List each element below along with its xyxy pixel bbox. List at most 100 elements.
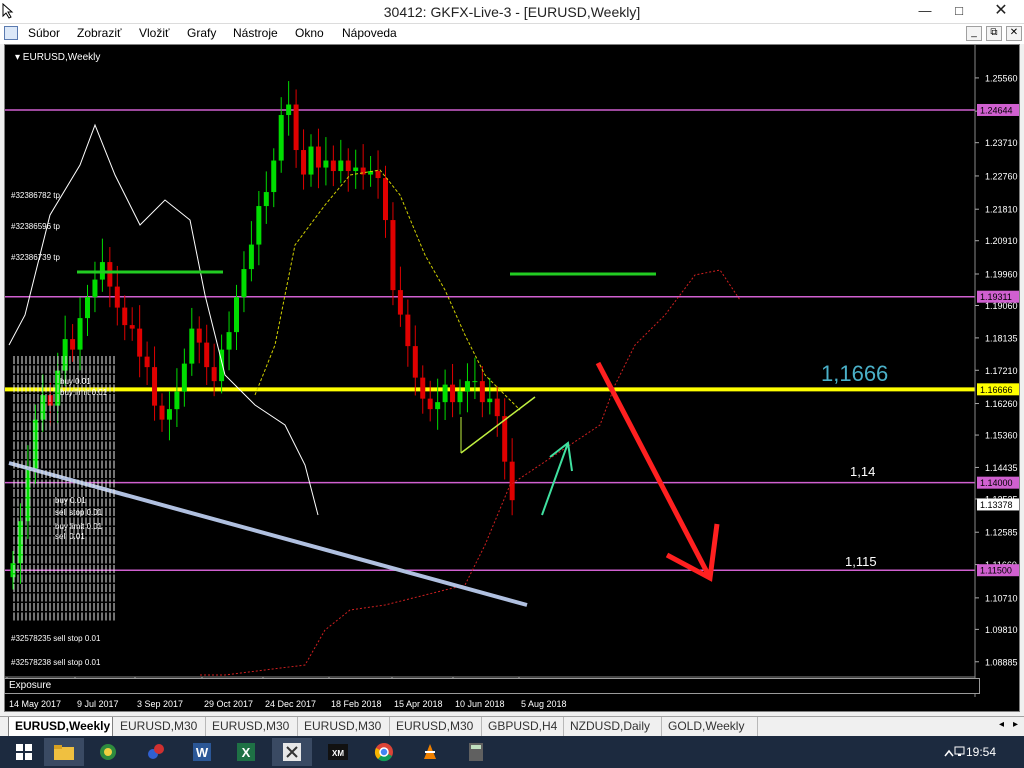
candle-body [427, 398, 433, 410]
svg-text:X: X [242, 745, 251, 760]
tab-eurusd-m30-2[interactable]: EURUSD,M30 [206, 717, 298, 737]
candle-body [472, 381, 478, 383]
maximize-button[interactable]: □ [944, 0, 974, 22]
tab-label: GOLD,Weekly [668, 719, 745, 733]
menu-item-file[interactable]: Súbor [28, 26, 60, 40]
price-tick-label: 1.21810 [985, 205, 1018, 215]
order-stack-row [13, 575, 117, 583]
close-button[interactable]: ✕ [978, 0, 1024, 22]
chart-app-icon[interactable] [136, 738, 176, 766]
mdi-minimize-button[interactable]: _ [966, 26, 982, 41]
candle-body [383, 178, 388, 221]
order-stack-row [13, 556, 117, 564]
candle-body [487, 398, 493, 403]
candle-body [159, 405, 165, 420]
menu-item-view[interactable]: Zobraziť [77, 26, 122, 40]
time-tick-label: 9 Jul 2017 [77, 699, 119, 709]
order-stack-row [13, 603, 117, 611]
order-stack-label: buy limit 0.01 [60, 388, 108, 397]
order-stack-label: sell 0.01 [55, 532, 85, 541]
menu-item-help[interactable]: Nápoveda [342, 26, 397, 40]
order-stack-row [13, 413, 117, 421]
time-tick-label: 14 May 2017 [9, 699, 61, 709]
tab-gbpusd-h4[interactable]: GBPUSD,H4 [482, 717, 564, 737]
order-stack-row [13, 423, 117, 431]
word-icon[interactable]: W [182, 738, 222, 766]
candle-body [494, 398, 500, 417]
menu-item-tools[interactable]: Nástroje [233, 26, 278, 40]
candle-body [234, 297, 239, 333]
price-chart[interactable]: 1,1666 1,14 1,115 #32386782 tp #32386596 tp #… [5, 45, 1021, 713]
order-stack-row [13, 565, 117, 573]
window-titlebar: 30412: GKFX-Live-3 - [EURUSD,Weekly] — □… [0, 0, 1024, 24]
chart-window[interactable]: 1,1666 1,14 1,115 #32386782 tp #32386596 tp #… [4, 44, 1020, 712]
app-icon[interactable] [4, 26, 18, 40]
price-tick-label: 1.16260 [985, 399, 1018, 409]
chrome-icon[interactable] [364, 738, 404, 766]
price-level-label: 1.24644 [980, 105, 1013, 115]
level-annotation: 1,14 [850, 464, 875, 479]
price-tick-label: 1.23710 [985, 138, 1018, 148]
tab-label: EURUSD,M30 [212, 719, 290, 733]
tab-label: EURUSD,M30 [120, 719, 198, 733]
tab-label: EURUSD,M30 [304, 719, 382, 733]
level-annotation: 1,1666 [821, 361, 888, 386]
tab-eurusd-m30-1[interactable]: EURUSD,M30 [114, 717, 206, 737]
candle-body [390, 220, 396, 291]
xm-trading-icon[interactable]: XM [318, 738, 358, 766]
mdi-close-button[interactable]: ✕ [1006, 26, 1022, 41]
price-tick-label: 1.14435 [985, 463, 1018, 473]
candle-body [174, 391, 180, 410]
tab-scroll-left-icon[interactable]: ◂ [999, 719, 1004, 730]
tray-expand-icon[interactable] [944, 746, 954, 760]
price-level-label: 1.19311 [980, 292, 1012, 302]
candle-body [502, 416, 508, 462]
excel-icon[interactable]: X [226, 738, 266, 766]
mdi-restore-button[interactable]: ⧉ [986, 26, 1002, 41]
candle-body [301, 150, 307, 175]
candle-body [122, 307, 128, 326]
price-level-label: 1.16666 [980, 385, 1013, 395]
order-label: #32386739 tp [11, 253, 60, 262]
time-tick-label: 29 Oct 2017 [204, 699, 253, 709]
candle-body [457, 391, 463, 403]
network-icon[interactable] [954, 745, 966, 760]
menu-item-window[interactable]: Okno [295, 26, 324, 40]
minimize-button[interactable]: — [910, 0, 940, 22]
candle-body [70, 339, 76, 350]
menu-item-charts[interactable]: Grafy [187, 26, 216, 40]
candle-body [152, 367, 158, 406]
time-tick-label: 15 Apr 2018 [394, 699, 443, 709]
tab-eurusd-m30-4[interactable]: EURUSD,M30 [390, 717, 482, 737]
candle-body [509, 461, 515, 501]
taskbar: W X XM 19:54 [0, 736, 1024, 768]
tab-gold-weekly[interactable]: GOLD,Weekly [662, 717, 758, 737]
candle-body [85, 297, 90, 319]
order-label: #32578238 sell stop 0.01 [11, 658, 101, 667]
tab-label: EURUSD,Weekly [15, 719, 111, 733]
svg-text:XM: XM [332, 749, 344, 758]
candle-body [450, 384, 456, 403]
tab-eurusd-m30-3[interactable]: EURUSD,M30 [298, 717, 390, 737]
metatrader-icon[interactable] [272, 738, 312, 766]
candle-body [479, 381, 485, 403]
taskbar-clock[interactable]: 19:54 [966, 745, 996, 759]
price-tick-label: 1.09810 [985, 625, 1018, 635]
file-explorer-icon[interactable] [44, 738, 84, 766]
candle-body [248, 244, 254, 270]
tab-nzdusd-daily[interactable]: NZDUSD,Daily [564, 717, 662, 737]
vlc-icon[interactable] [410, 738, 450, 766]
windows-start-icon[interactable] [4, 738, 44, 766]
order-label: #32386782 tp [11, 191, 60, 200]
calculator-icon[interactable] [456, 738, 496, 766]
candle-body [293, 104, 299, 151]
tab-scroll-right-icon[interactable]: ▸ [1013, 719, 1018, 730]
globe-app-icon[interactable] [88, 738, 128, 766]
order-label: #32386596 tp [11, 222, 60, 231]
menu-item-insert[interactable]: Vložiť [139, 26, 170, 40]
window-title: 30412: GKFX-Live-3 - [EURUSD,Weekly] [383, 4, 641, 20]
price-tick-label: 1.17210 [985, 366, 1018, 376]
tab-eurusd-weekly[interactable]: EURUSD,Weekly [8, 717, 113, 737]
symbol-label: ▾ EURUSD,Weekly [15, 52, 100, 63]
candle-body [107, 262, 113, 287]
